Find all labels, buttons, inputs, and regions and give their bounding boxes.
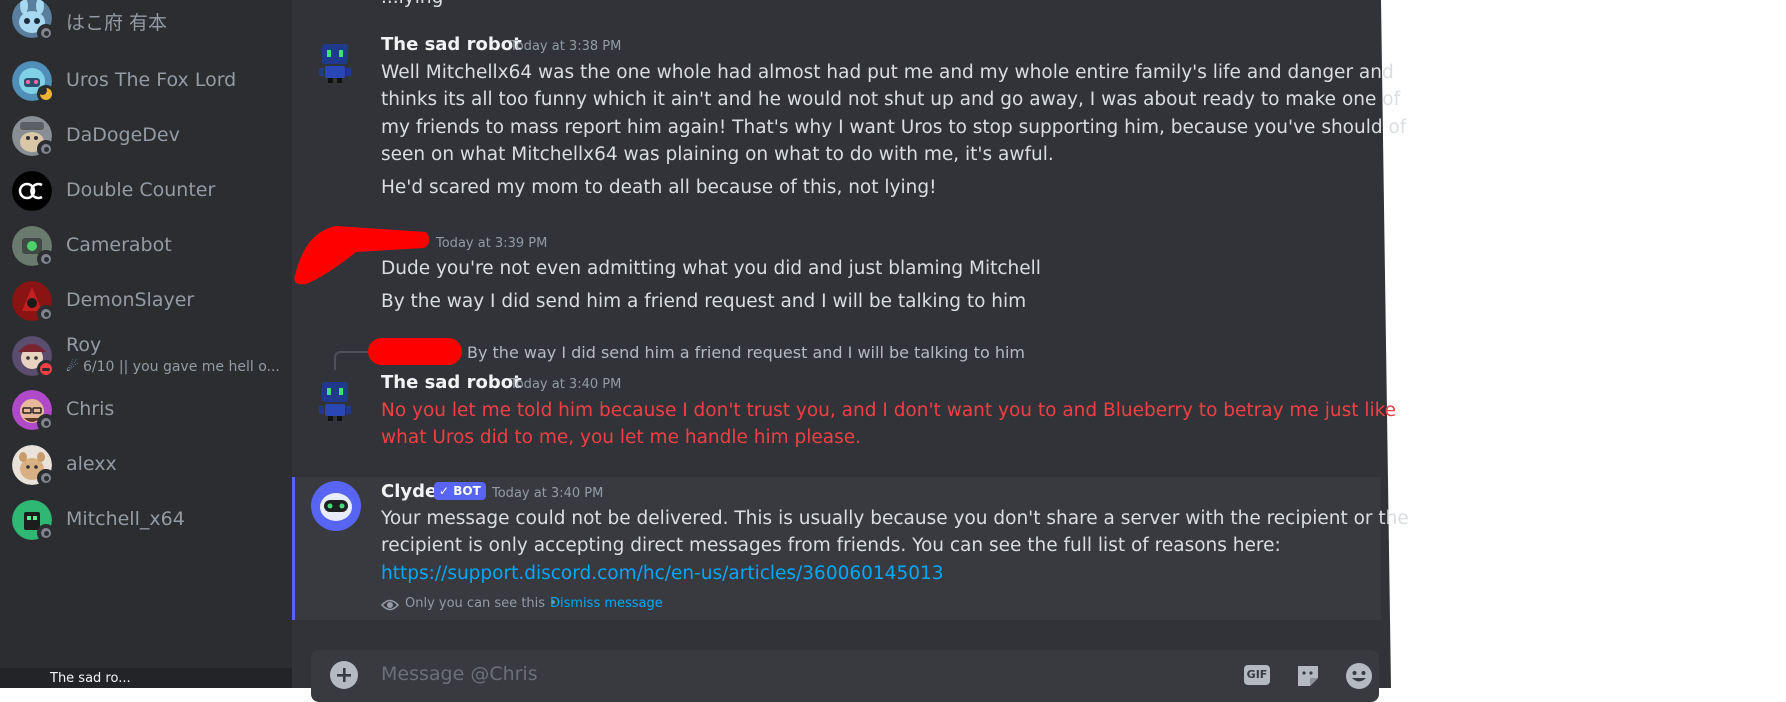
- eye-icon: [380, 597, 400, 613]
- message-text: seen on what Mitchellx64 was plaining on…: [381, 144, 1054, 165]
- smiley-icon: [1346, 663, 1372, 689]
- message-text: Dude you're not even admitting what you …: [381, 258, 1041, 279]
- dm-item-camerabot[interactable]: Camerabot: [0, 221, 292, 271]
- status-idle-icon: [37, 85, 55, 103]
- support-link[interactable]: https://support.discord.com/hc/en-us/art…: [381, 560, 944, 588]
- comet-icon: ☄: [66, 359, 79, 375]
- message-text: Well Mitchellx64 was the one whole had a…: [381, 62, 1394, 83]
- reply-preview[interactable]: By the way I did send him a friend reque…: [467, 343, 1025, 362]
- dm-name: alexx: [66, 453, 117, 475]
- status-offline-icon: [37, 250, 55, 268]
- message-timestamp: Today at 3:39 PM: [436, 236, 548, 251]
- dm-item-chris[interactable]: Chris: [0, 385, 292, 435]
- status-offline-icon: [37, 524, 55, 542]
- dm-sidebar: はこ府 有本 Uros The Fox Lord DaDogeDev Doubl…: [0, 0, 292, 688]
- message-text: my friends to mass report him again! Tha…: [381, 117, 1407, 138]
- plus-icon: [337, 668, 351, 682]
- bot-tag: ✓ BOT: [434, 482, 486, 500]
- message-input[interactable]: Message @Chris: [381, 663, 538, 685]
- reply-spine: [334, 351, 373, 370]
- redaction-mark: [368, 338, 462, 365]
- user-panel[interactable]: The sad ro...: [0, 668, 292, 688]
- message-text: He'd scared my mom to death all because …: [381, 177, 937, 198]
- dm-item-hako[interactable]: はこ府 有本: [0, 0, 292, 50]
- clyde-avatar[interactable]: [311, 481, 361, 531]
- dm-item-uros[interactable]: Uros The Fox Lord: [0, 56, 292, 106]
- message-text-failed: what Uros did to me, you let me handle h…: [381, 427, 862, 448]
- dm-name: Mitchell_x64: [66, 508, 185, 530]
- dm-item-roy[interactable]: Roy ☄ 6/10 || you gave me hell o...: [0, 331, 292, 381]
- message-timestamp: Today at 3:38 PM: [510, 39, 622, 54]
- status-offline-icon: [37, 414, 55, 432]
- status-offline-icon: [37, 140, 55, 158]
- dm-name: はこ府 有本: [66, 12, 168, 34]
- status-offline-icon: [37, 24, 55, 42]
- dm-item-alexx[interactable]: alexx: [0, 440, 292, 490]
- avatar: [12, 171, 52, 211]
- dm-name: DaDogeDev: [66, 124, 180, 146]
- avatar[interactable]: [313, 40, 357, 84]
- status-offline-icon: [37, 305, 55, 323]
- check-icon: ✓: [439, 484, 450, 498]
- message-author[interactable]: Clyde: [381, 481, 437, 502]
- dm-name: Chris: [66, 398, 115, 420]
- dm-name: Camerabot: [66, 234, 172, 256]
- message-author[interactable]: The sad robot: [381, 34, 522, 55]
- dm-custom-status: ☄ 6/10 || you gave me hell o...: [66, 359, 280, 375]
- status-offline-icon: [37, 469, 55, 487]
- dm-name: DemonSlayer: [66, 289, 195, 311]
- dm-name: Roy: [66, 334, 102, 356]
- dm-item-mitchell[interactable]: Mitchell_x64: [0, 495, 292, 545]
- sticker-icon: [1298, 666, 1318, 686]
- message-text: Your message could not be delivered. Thi…: [381, 508, 1409, 529]
- message-text: By the way I did send him a friend reque…: [381, 291, 1027, 312]
- user-panel-name: The sad ro...: [50, 671, 131, 686]
- sticker-button[interactable]: [1295, 663, 1321, 689]
- emoji-button[interactable]: [1345, 662, 1373, 690]
- dm-item-double-counter[interactable]: Double Counter: [0, 166, 292, 216]
- dm-name: Uros The Fox Lord: [66, 69, 237, 91]
- message-text: thinks its all too funny which it ain't …: [381, 89, 1401, 110]
- message-author[interactable]: The sad robot: [381, 372, 522, 393]
- status-dnd-icon: [37, 360, 55, 378]
- gif-button[interactable]: GIF: [1244, 665, 1270, 685]
- dm-item-dadogedev[interactable]: DaDogeDev: [0, 111, 292, 161]
- dm-item-demonslayer[interactable]: DemonSlayer: [0, 276, 292, 326]
- message-timestamp: Today at 3:40 PM: [510, 377, 622, 392]
- only-you-notice: Only you can see this •: [405, 596, 557, 611]
- dismiss-message-link[interactable]: Dismiss message: [550, 596, 663, 611]
- avatar[interactable]: [313, 378, 357, 422]
- dm-name: Double Counter: [66, 179, 216, 201]
- message-text-failed: No you let me told him because I don't t…: [381, 400, 1397, 421]
- message-timestamp: Today at 3:40 PM: [492, 486, 604, 501]
- add-attachment-button[interactable]: [330, 661, 358, 689]
- message-text: ...lying: [381, 0, 443, 12]
- message-text: recipient is only accepting direct messa…: [381, 535, 1281, 556]
